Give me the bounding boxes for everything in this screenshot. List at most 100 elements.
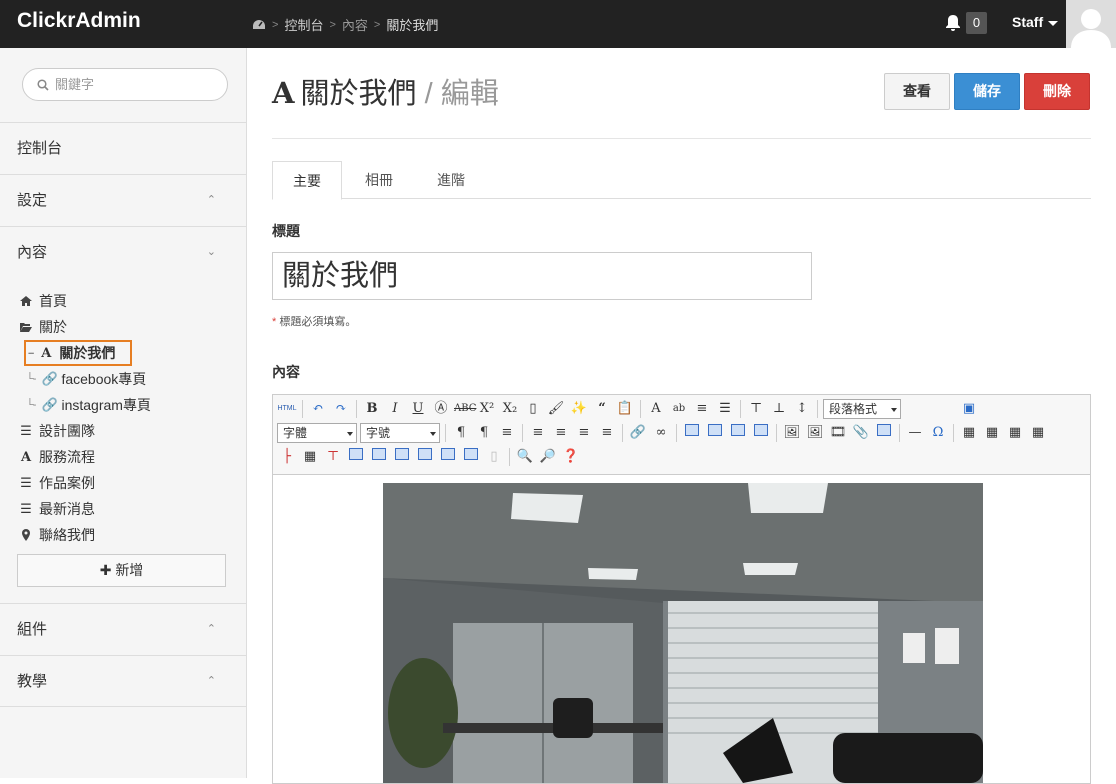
blank-page-icon[interactable]: ▯ (484, 447, 504, 467)
eraser-icon[interactable]: ▯ (523, 399, 543, 419)
multi-image-icon[interactable]: 🖼 (805, 423, 825, 443)
avatar[interactable] (1066, 0, 1116, 48)
align-right-icon[interactable]: ≡ (574, 423, 594, 443)
dashboard-icon[interactable] (252, 19, 266, 31)
tree-item-label: facebook專頁 (61, 371, 147, 387)
special-char-icon[interactable]: Ω (928, 423, 948, 443)
unordered-list-icon[interactable]: ☰ (715, 399, 735, 419)
undo-icon[interactable]: ↶ (308, 399, 328, 419)
merge-right-icon[interactable] (346, 447, 366, 467)
delete-table-icon[interactable]: ▦ (982, 423, 1002, 443)
align-justify-icon[interactable]: ≡ (597, 423, 617, 443)
save-button[interactable]: 儲存 (954, 73, 1020, 110)
bold-icon[interactable]: B (362, 399, 382, 419)
image-right-icon[interactable] (705, 423, 725, 443)
tab-advanced[interactable]: 進階 (416, 161, 486, 199)
sidebar-item-label: 教學 (17, 673, 48, 690)
insert-col-left-icon[interactable]: ▦ (300, 447, 320, 467)
attachment-icon[interactable]: 📎 (851, 423, 871, 443)
fullscreen-icon[interactable]: ▣ (959, 399, 979, 419)
tree-item-news[interactable]: ☰ 最新消息 (19, 498, 95, 520)
align-left-icon[interactable]: ≡ (528, 423, 548, 443)
insert-caption-icon[interactable]: ▦ (1005, 423, 1025, 443)
preview-icon[interactable]: 🔎 (538, 447, 558, 467)
tab-main[interactable]: 主要 (272, 161, 342, 200)
sidebar-item-settings[interactable]: 設定 ⌃ (0, 174, 246, 226)
image-icon[interactable]: 🖼 (782, 423, 802, 443)
delete-col-icon[interactable]: ⊤ (323, 447, 343, 467)
sidebar-item-content[interactable]: 內容 ⌄ (0, 226, 246, 278)
indent-icon[interactable]: ↕ (792, 399, 812, 419)
image-none-icon[interactable] (751, 423, 771, 443)
tree-item-home[interactable]: 首頁 (19, 290, 67, 312)
tree-item-instagram[interactable]: └- 🔗 instagram專頁 (26, 394, 151, 416)
highlight-icon[interactable]: ab (669, 399, 689, 419)
col-props-icon[interactable] (461, 447, 481, 467)
html-source-button[interactable]: HTML (277, 399, 297, 419)
unlink-icon[interactable]: ∞ (651, 423, 671, 443)
align-center-icon[interactable]: ≡ (551, 423, 571, 443)
sidebar-item-dashboard[interactable]: 控制台 (0, 122, 246, 174)
sidebar-item-components[interactable]: 組件 ⌃ (0, 603, 246, 655)
map-icon[interactable] (874, 423, 894, 443)
insert-row-above-icon[interactable]: ▦ (1028, 423, 1048, 443)
find-icon[interactable]: 🔍 (515, 447, 535, 467)
breadcrumb-dashboard[interactable]: 控制台 (284, 15, 323, 34)
superscript-icon[interactable]: X² (477, 399, 497, 419)
font-color-icon[interactable]: A (646, 399, 666, 419)
spacing-icon[interactable]: ⊥ (769, 399, 789, 419)
breadcrumb-content[interactable]: 內容 (342, 15, 368, 34)
underline-icon[interactable]: U (408, 399, 428, 419)
tree-item-about[interactable]: 關於 (19, 316, 67, 338)
ltr-icon[interactable]: ¶ (451, 423, 471, 443)
link-icon[interactable]: 🔗 (628, 423, 648, 443)
magic-wand-icon[interactable]: ✨ (569, 399, 589, 419)
paste-text-icon[interactable]: 📋 (615, 399, 635, 419)
redo-icon[interactable]: ↷ (331, 399, 351, 419)
merge-down-icon[interactable] (369, 447, 389, 467)
split-cell-icon[interactable] (392, 447, 412, 467)
image-left-icon[interactable] (682, 423, 702, 443)
ordered-list-icon[interactable]: ≡ (692, 399, 712, 419)
quote-icon[interactable]: “ (592, 399, 612, 419)
line-height-icon[interactable]: ⊤ (746, 399, 766, 419)
notification-count-badge[interactable]: 0 (966, 12, 987, 34)
subscript-icon[interactable]: X₂ (500, 399, 520, 419)
tree-item-about-us[interactable]: -- A 關於我們 (24, 340, 133, 366)
help-icon[interactable]: ❓ (561, 447, 581, 467)
tab-album[interactable]: 相冊 (342, 161, 416, 199)
table-icon[interactable]: ▦ (959, 423, 979, 443)
image-center-icon[interactable] (728, 423, 748, 443)
brush-icon[interactable]: 🖌 (546, 399, 566, 419)
tree-item-portfolio[interactable]: ☰ 作品案例 (19, 472, 95, 494)
text-direction-icon[interactable]: ≡ (497, 423, 517, 443)
add-item-button[interactable]: ✚ 新增 (17, 554, 226, 587)
search-input[interactable]: 關鍵字 (22, 68, 228, 101)
tree-item-facebook[interactable]: └- 🔗 facebook專頁 (26, 368, 146, 390)
sidebar-item-tutorial[interactable]: 教學 ⌃ (0, 655, 246, 707)
rtl-icon[interactable]: ¶ (474, 423, 494, 443)
strikethrough-icon[interactable]: ABC (454, 399, 476, 419)
tree-item-design-team[interactable]: ☰ 設計團隊 (19, 420, 95, 442)
delete-row-icon[interactable]: ├ (277, 447, 297, 467)
bell-icon[interactable] (945, 14, 961, 32)
page-title: A 關於我們 / 編輯 (272, 70, 499, 112)
font-box-icon[interactable]: Ⓐ (431, 399, 451, 419)
tree-item-contact[interactable]: 聯絡我們 (19, 524, 95, 546)
delete-button[interactable]: 刪除 (1024, 73, 1090, 110)
font-size-select[interactable]: 字號 (360, 423, 440, 443)
cell-props-icon[interactable] (415, 447, 435, 467)
video-icon[interactable]: 🎞 (828, 423, 848, 443)
table-props-icon[interactable] (438, 447, 458, 467)
paragraph-format-select[interactable]: 段落格式 (823, 399, 901, 419)
font-family-select[interactable]: 字體 (277, 423, 357, 443)
tree-item-service-process[interactable]: A 服務流程 (19, 446, 95, 468)
italic-icon[interactable]: I (385, 399, 405, 419)
view-button[interactable]: 查看 (884, 73, 950, 110)
plus-icon: ✚ (99, 562, 112, 578)
brand-logo[interactable]: ClickrAdmin (17, 9, 141, 33)
content-label: 內容 (272, 364, 300, 380)
user-menu-button[interactable]: Staff (1012, 14, 1059, 30)
title-field[interactable]: 關於我們 (272, 252, 812, 300)
horizontal-rule-icon[interactable]: — (905, 423, 925, 443)
